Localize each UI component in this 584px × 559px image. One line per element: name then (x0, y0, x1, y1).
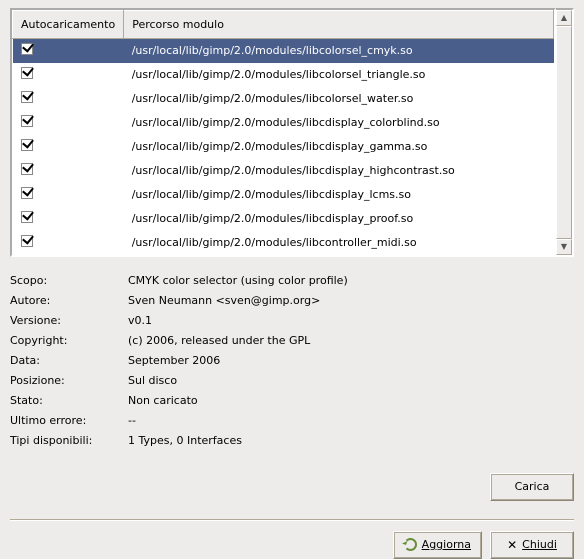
value-position: Sul disco (128, 371, 177, 391)
refresh-button[interactable]: Aggiorna (393, 531, 482, 559)
cell-path[interactable]: /usr/local/lib/gimp/2.0/modules/libcdisp… (124, 135, 554, 159)
label-author: Autore: (10, 291, 128, 311)
load-button-label: Carica (515, 480, 550, 493)
scroll-up-button[interactable]: ▲ (556, 10, 572, 26)
table-row[interactable]: /usr/local/lib/gimp/2.0/modules/libcolor… (13, 87, 554, 111)
autoload-checkbox[interactable] (21, 187, 33, 199)
module-table-wrap: Autocaricamento Percorso modulo /usr/loc… (10, 8, 556, 257)
cell-path[interactable]: /usr/local/lib/gimp/2.0/modules/libcdisp… (124, 159, 554, 183)
scroll-track[interactable] (556, 26, 572, 239)
autoload-checkbox[interactable] (21, 163, 33, 175)
cell-path[interactable]: /usr/local/lib/gimp/2.0/modules/libcolor… (124, 39, 554, 63)
refresh-button-label: Aggiorna (422, 538, 471, 551)
label-available-types: Tipi disponibili: (10, 431, 128, 451)
value-state: Non caricato (128, 391, 198, 411)
cell-autoload[interactable] (13, 135, 124, 159)
module-details: Scopo:CMYK color selector (using color p… (10, 271, 574, 451)
cell-path[interactable]: /usr/local/lib/gimp/2.0/modules/libcontr… (124, 231, 554, 255)
autoload-checkbox[interactable] (21, 91, 33, 103)
cell-path[interactable]: /usr/local/lib/gimp/2.0/modules/libcolor… (124, 87, 554, 111)
label-copyright: Copyright: (10, 331, 128, 351)
cell-autoload[interactable] (13, 231, 124, 255)
autoload-checkbox[interactable] (21, 211, 33, 223)
cell-autoload[interactable] (13, 63, 124, 87)
label-position: Posizione: (10, 371, 128, 391)
table-row[interactable]: /usr/local/lib/gimp/2.0/modules/libcdisp… (13, 135, 554, 159)
refresh-icon (404, 538, 417, 551)
table-row[interactable]: /usr/local/lib/gimp/2.0/modules/libcdisp… (13, 207, 554, 231)
cell-autoload[interactable] (13, 39, 124, 63)
table-row[interactable]: /usr/local/lib/gimp/2.0/modules/libcdisp… (13, 111, 554, 135)
value-version: v0.1 (128, 311, 152, 331)
module-manager-window: Autocaricamento Percorso modulo /usr/loc… (0, 0, 584, 543)
cell-path[interactable]: /usr/local/lib/gimp/2.0/modules/libcdisp… (124, 183, 554, 207)
autoload-checkbox[interactable] (21, 115, 33, 127)
table-row[interactable]: /usr/local/lib/gimp/2.0/modules/libcdisp… (13, 159, 554, 183)
cell-autoload[interactable] (13, 87, 124, 111)
value-last-error: -- (128, 411, 136, 431)
value-author: Sven Neumann <sven@gimp.org> (128, 291, 320, 311)
table-row[interactable]: /usr/local/lib/gimp/2.0/modules/libcontr… (13, 231, 554, 255)
cell-autoload[interactable] (13, 159, 124, 183)
label-last-error: Ultimo errore: (10, 411, 128, 431)
separator (10, 519, 574, 521)
module-table-area: Autocaricamento Percorso modulo /usr/loc… (10, 8, 574, 257)
cell-path[interactable]: /usr/local/lib/gimp/2.0/modules/libcolor… (124, 63, 554, 87)
value-date: September 2006 (128, 351, 220, 371)
label-state: Stato: (10, 391, 128, 411)
close-button-label: Chiudi (522, 538, 557, 551)
table-row[interactable]: /usr/local/lib/gimp/2.0/modules/libcdisp… (13, 183, 554, 207)
module-table: Autocaricamento Percorso modulo /usr/loc… (12, 10, 554, 255)
table-row[interactable]: /usr/local/lib/gimp/2.0/modules/libcolor… (13, 63, 554, 87)
cell-autoload[interactable] (13, 207, 124, 231)
value-available-types: 1 Types, 0 Interfaces (128, 431, 242, 451)
close-icon: ✕ (507, 538, 517, 552)
cell-autoload[interactable] (13, 183, 124, 207)
scroll-down-button[interactable]: ▼ (556, 239, 572, 255)
value-copyright: (c) 2006, released under the GPL (128, 331, 310, 351)
cell-path[interactable]: /usr/local/lib/gimp/2.0/modules/libcdisp… (124, 111, 554, 135)
scroll-thumb[interactable] (556, 26, 572, 239)
header-path[interactable]: Percorso modulo (124, 11, 554, 39)
label-date: Data: (10, 351, 128, 371)
label-purpose: Scopo: (10, 271, 128, 291)
table-row[interactable]: /usr/local/lib/gimp/2.0/modules/libcolor… (13, 39, 554, 63)
autoload-checkbox[interactable] (21, 235, 33, 247)
autoload-checkbox[interactable] (21, 139, 33, 151)
label-version: Versione: (10, 311, 128, 331)
autoload-checkbox[interactable] (21, 67, 33, 79)
close-button[interactable]: ✕ Chiudi (490, 531, 574, 559)
vertical-scrollbar[interactable]: ▲ ▼ (556, 8, 574, 257)
cell-autoload[interactable] (13, 111, 124, 135)
header-autoload[interactable]: Autocaricamento (13, 11, 124, 39)
load-button[interactable]: Carica (490, 473, 574, 501)
autoload-checkbox[interactable] (21, 43, 33, 55)
value-purpose: CMYK color selector (using color profile… (128, 271, 348, 291)
cell-path[interactable]: /usr/local/lib/gimp/2.0/modules/libcdisp… (124, 207, 554, 231)
